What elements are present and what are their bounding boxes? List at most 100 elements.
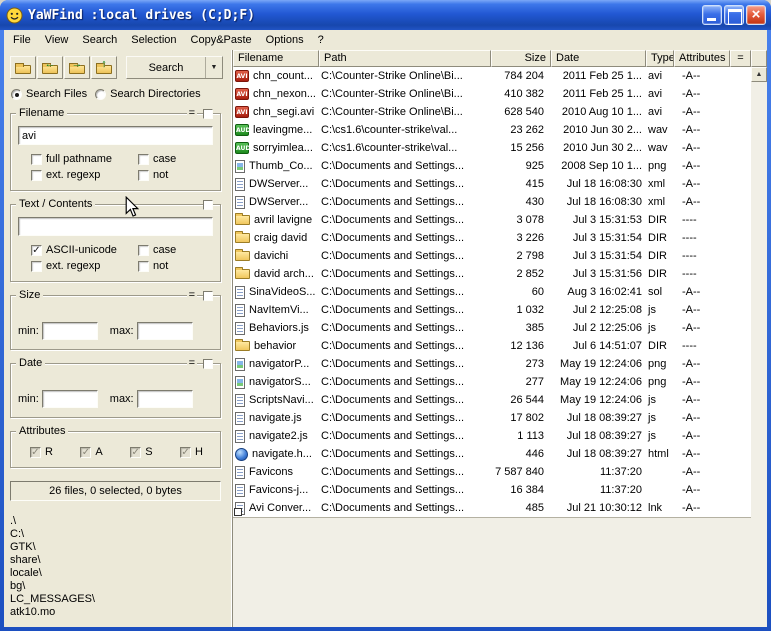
attributes-h-checkbox[interactable]: ✓H [180,446,203,458]
size-max-input[interactable] [137,322,193,340]
back-button[interactable]: ← [37,56,63,79]
column-header-attributes[interactable]: Attributes [674,50,730,67]
file-date: Jul 18 16:08:30 [551,193,646,211]
menu-item-file[interactable]: File [6,32,38,48]
path-item[interactable]: .\ [10,515,223,528]
table-row[interactable]: navigate.jsC:\Documents and Settings...1… [233,409,751,427]
close-button[interactable] [746,5,766,25]
menu-bar: FileViewSearchSelectionCopy&PasteOptions… [4,30,767,50]
table-row[interactable]: navigate.h...C:\Documents and Settings..… [233,445,751,463]
text-option-box[interactable] [203,200,213,210]
path-item[interactable]: GTK\ [10,541,223,554]
table-row[interactable]: behaviorC:\Documents and Settings...12 1… [233,337,751,355]
attributes-s-checkbox[interactable]: ✓S [130,446,152,458]
date-max-input[interactable] [137,390,193,408]
path-item[interactable]: C:\ [10,528,223,541]
path-item[interactable]: bg\ [10,580,223,593]
table-row[interactable]: navigatorS...C:\Documents and Settings..… [233,373,751,391]
size-min-input[interactable] [42,322,98,340]
file-name: chn_nexon... [253,85,316,103]
folder-icon [235,215,250,225]
page-icon [235,304,245,317]
table-row[interactable]: NavItemVi...C:\Documents and Settings...… [233,301,751,319]
checkbox-label: ext. regexp [46,260,100,272]
table-row[interactable]: navigate2.jsC:\Documents and Settings...… [233,427,751,445]
file-attributes: -A-- [674,391,730,409]
table-row[interactable]: FaviconsC:\Documents and Settings...7 58… [233,463,751,481]
menu-item-selection[interactable]: Selection [124,32,183,48]
file-name: navigatorP... [249,355,309,373]
table-row[interactable]: davichiC:\Documents and Settings...2 798… [233,247,751,265]
menu-item-options[interactable]: Options [259,32,311,48]
title-bar[interactable]: YaWFind :local drives (C;D;F) [0,0,771,30]
text-contents-input[interactable] [18,217,213,236]
table-row[interactable]: Avi Conver...C:\Documents and Settings..… [233,499,751,517]
menu-item-help[interactable]: ? [311,32,331,48]
file-name-cell: Favicons [233,463,319,481]
filename-full-pathname-checkbox[interactable]: full pathname [31,153,136,165]
table-row[interactable]: ScriptsNavi...C:\Documents and Settings.… [233,391,751,409]
column-header-size[interactable]: Size [491,50,551,67]
file-name: Behaviors.js [249,319,309,337]
column-header-eq[interactable]: = [730,50,751,67]
filename-option-box[interactable] [203,109,213,119]
attributes-a-checkbox[interactable]: ✓A [80,446,102,458]
file-date: 11:37:20 [551,481,646,499]
text-case-checkbox[interactable]: case [138,244,213,256]
file-path: C:\Documents and Settings... [319,301,491,319]
table-row[interactable]: navigatorP...C:\Documents and Settings..… [233,355,751,373]
up-button[interactable]: ↑ [91,56,117,79]
checkbox-icon [138,261,149,272]
column-header-filename[interactable]: Filename [233,50,319,67]
menu-item-search[interactable]: Search [75,32,124,48]
table-row[interactable]: Behaviors.jsC:\Documents and Settings...… [233,319,751,337]
date-min-input[interactable] [42,390,98,408]
table-row[interactable]: avril lavigneC:\Documents and Settings..… [233,211,751,229]
path-item[interactable]: atk10.mo [10,606,223,619]
filename-case-checkbox[interactable]: case [138,153,213,165]
table-row[interactable]: AVIchn_segi.aviC:\Counter-Strike Online\… [233,103,751,121]
table-row[interactable]: DWServer...C:\Documents and Settings...4… [233,175,751,193]
table-row[interactable]: Favicons-j...C:\Documents and Settings..… [233,481,751,499]
file-size: 485 [491,499,551,517]
search-directories-radio[interactable]: Search Directories [95,88,200,100]
path-item[interactable]: share\ [10,554,223,567]
filename-input[interactable] [18,126,213,145]
text-not-checkbox[interactable]: not [138,260,213,272]
file-attributes: -A-- [674,355,730,373]
table-row[interactable]: AUDsorryimlea...C:\cs1.6\counter-strike\… [233,139,751,157]
minimize-button[interactable] [702,5,722,25]
path-item[interactable]: locale\ [10,567,223,580]
path-list[interactable]: .\C:\GTK\share\locale\bg\LC_MESSAGES\atk… [10,515,223,619]
table-row[interactable]: AUDleavingme...C:\cs1.6\counter-strike\v… [233,121,751,139]
table-row[interactable]: david arch...C:\Documents and Settings..… [233,265,751,283]
date-minmax-row: min: max: [18,390,213,408]
column-header-path[interactable]: Path [319,50,491,67]
search-files-radio[interactable]: Search Files [11,88,87,100]
table-row[interactable]: DWServer...C:\Documents and Settings...4… [233,193,751,211]
table-row[interactable]: AVIchn_nexon...C:\Counter-Strike Online\… [233,85,751,103]
table-row[interactable]: SinaVideoS...C:\Documents and Settings..… [233,283,751,301]
search-dropdown-button[interactable]: ▼ [205,57,222,78]
attributes-r-checkbox[interactable]: ✓R [30,446,53,458]
search-button[interactable]: Search ▼ [126,56,223,79]
text-ext-regexp-checkbox[interactable]: ext. regexp [31,260,136,272]
file-path: C:\Counter-Strike Online\Bi... [319,85,491,103]
filename-ext-regexp-checkbox[interactable]: ext. regexp [31,169,136,181]
scrollbar-up-button[interactable]: ▲ [751,67,767,82]
filename-not-checkbox[interactable]: not [138,169,213,181]
path-item[interactable]: LC_MESSAGES\ [10,593,223,606]
table-row[interactable]: Thumb_Co...C:\Documents and Settings...9… [233,157,751,175]
date-option-box[interactable] [203,359,213,369]
menu-item-view[interactable]: View [38,32,76,48]
new-search-button[interactable] [10,56,36,79]
column-header-type[interactable]: Type [646,50,674,67]
column-header-date[interactable]: Date [551,50,646,67]
maximize-button[interactable] [724,5,744,25]
menu-item-copy-paste[interactable]: Copy&Paste [184,32,259,48]
forward-button[interactable]: → [64,56,90,79]
table-row[interactable]: AVIchn_count...C:\Counter-Strike Online\… [233,67,751,85]
table-row[interactable]: craig davidC:\Documents and Settings...3… [233,229,751,247]
size-option-box[interactable] [203,291,213,301]
text-ascii-unicode-checkbox[interactable]: ✓ASCII-unicode [31,244,136,256]
